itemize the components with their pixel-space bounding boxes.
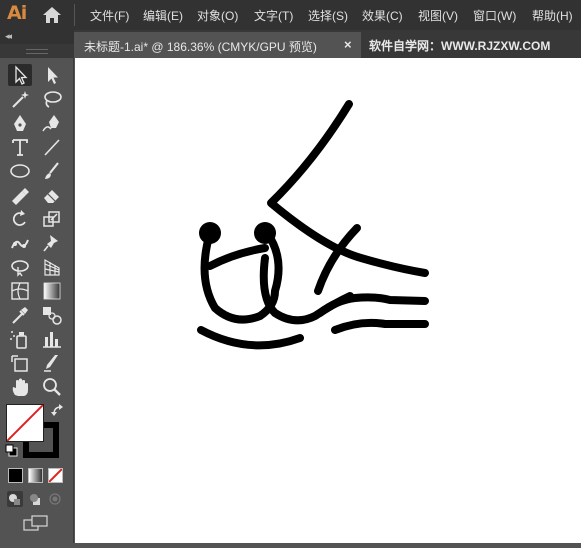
menu-edit[interactable]: 编辑(E) — [143, 7, 183, 24]
diagonal-stroke — [267, 100, 429, 277]
shaper-tool-icon[interactable] — [8, 184, 32, 206]
menu-type[interactable]: 文字(T) — [254, 7, 293, 24]
hand-tool-icon[interactable] — [8, 376, 32, 398]
puppet-warp-tool-icon[interactable] — [8, 232, 32, 254]
eyedropper-tool-icon[interactable] — [8, 304, 32, 326]
curvature-tool-icon[interactable] — [40, 112, 64, 134]
pen-tool-icon[interactable] — [8, 112, 32, 134]
menu-window[interactable]: 窗口(W) — [473, 7, 516, 24]
none-icon — [49, 469, 62, 482]
gradient-tool-icon[interactable] — [40, 280, 64, 302]
toolbar-grip[interactable] — [26, 49, 48, 54]
left-arm-stroke — [206, 244, 269, 270]
gradient-mode-button[interactable] — [28, 468, 43, 483]
perspective-grid-tool-icon[interactable] — [40, 256, 64, 278]
pin-tool-icon[interactable] — [40, 232, 64, 254]
column-graph-tool-icon[interactable] — [40, 328, 64, 350]
wave-stroke — [316, 293, 429, 317]
toolbar-header — [0, 30, 74, 44]
middle-dot — [254, 222, 276, 244]
rotate-tool-icon[interactable] — [8, 208, 32, 230]
free-transform-tool-icon[interactable] — [8, 256, 32, 278]
screen-mode-icon[interactable] — [23, 515, 49, 531]
menu-effect[interactable]: 效果(C) — [362, 7, 403, 24]
blend-tool-icon[interactable] — [40, 304, 64, 326]
menu-divider — [74, 4, 75, 26]
type-tool-icon[interactable] — [8, 136, 32, 158]
draw-behind-icon[interactable] — [27, 491, 43, 507]
eraser-tool-icon[interactable] — [40, 184, 64, 206]
lower-right-stroke — [331, 318, 429, 334]
mesh-tool-icon[interactable] — [8, 280, 32, 302]
draw-normal-icon[interactable] — [7, 491, 23, 507]
fill-swatch[interactable] — [6, 404, 44, 442]
paintbrush-tool-icon[interactable] — [40, 160, 64, 182]
watermark-text: 软件自学网：WWW.RJZXW.COM — [369, 39, 551, 53]
artboard-canvas[interactable] — [75, 58, 581, 543]
zoom-tool-icon[interactable] — [40, 376, 64, 398]
draw-inside-icon[interactable] — [47, 491, 63, 507]
close-tab-icon[interactable]: × — [344, 37, 352, 52]
direct-selection-tool-icon[interactable] — [40, 64, 64, 86]
menu-object[interactable]: 对象(O) — [197, 7, 238, 24]
color-mode-button[interactable] — [8, 468, 23, 483]
default-fill-stroke-icon[interactable] — [5, 444, 18, 457]
lasso-tool-icon[interactable] — [40, 88, 64, 110]
artboard-tool-icon[interactable] — [8, 352, 32, 374]
menu-bar: Ai 文件(F) 编辑(E) 对象(O) 文字(T) 选择(S) 效果(C) 视… — [0, 0, 581, 30]
ellipse-tool-icon[interactable] — [8, 160, 32, 182]
bottom-stroke — [197, 326, 304, 350]
swap-fill-stroke-icon[interactable] — [51, 404, 65, 418]
magic-wand-tool-icon[interactable] — [8, 88, 32, 110]
none-slash-icon — [7, 405, 43, 441]
home-icon[interactable] — [42, 6, 62, 24]
menu-select[interactable]: 选择(S) — [308, 7, 348, 24]
none-mode-button[interactable] — [48, 468, 63, 483]
menu-view[interactable]: 视图(V) — [418, 7, 458, 24]
slice-tool-icon[interactable] — [40, 352, 64, 374]
artwork[interactable] — [75, 58, 581, 543]
symbol-sprayer-tool-icon[interactable] — [8, 328, 32, 350]
collapse-panel-icon[interactable]: ◂◂ — [5, 31, 12, 42]
document-tab-label[interactable]: 未标题-1.ai* @ 186.36% (CMYK/GPU 预览) — [84, 38, 317, 55]
app-logo: Ai — [7, 2, 27, 24]
menu-file[interactable]: 文件(F) — [90, 7, 129, 24]
line-segment-tool-icon[interactable] — [40, 136, 64, 158]
selection-tool-icon[interactable] — [8, 64, 32, 86]
left-dot — [199, 222, 221, 244]
scale-tool-icon[interactable] — [40, 208, 64, 230]
menu-help[interactable]: 帮助(H) — [532, 7, 573, 24]
